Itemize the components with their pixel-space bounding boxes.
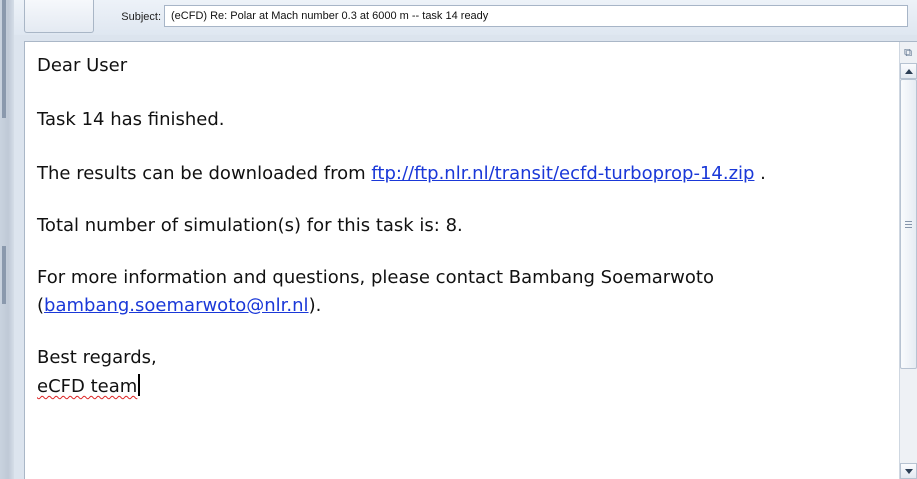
email-close-paren: ). — [308, 295, 322, 316]
selection-bar — [2, 0, 6, 118]
contact-email-line: (bambang.soemarwoto@nlr.nl). — [37, 294, 897, 318]
contact-line: For more information and questions, plea… — [37, 267, 714, 288]
expand-reading-pane-icon[interactable]: ⧉ — [902, 46, 914, 60]
signature-line: eCFD team — [37, 374, 897, 399]
grip-line — [905, 221, 912, 222]
email-link[interactable]: bambang.soemarwoto@nlr.nl — [44, 295, 309, 316]
email-open-paren: ( — [37, 295, 45, 316]
message-body[interactable]: Dear User Task 14 has finished. The resu… — [37, 54, 897, 399]
arrow-up-icon — [905, 69, 913, 74]
download-link[interactable]: ftp://ftp.nlr.nl/transit/ecfd-turboprop-… — [371, 163, 754, 184]
grip-line — [905, 224, 912, 225]
scroll-thumb[interactable] — [900, 79, 917, 369]
text-cursor — [138, 374, 141, 396]
grip-line — [905, 227, 912, 228]
download-text: The results can be downloaded from — [37, 163, 372, 184]
header-button[interactable] — [24, 0, 94, 33]
arrow-down-icon — [905, 469, 913, 474]
status-line: Task 14 has finished. — [37, 109, 225, 130]
selection-bar — [2, 246, 6, 304]
scroll-down-button[interactable] — [900, 463, 917, 479]
folder-pane-edge — [0, 0, 14, 479]
subject-label: Subject: — [121, 11, 161, 23]
download-suffix: . — [754, 163, 766, 184]
signature: eCFD team — [37, 376, 138, 397]
simulation-count-line: Total number of simulation(s) for this t… — [37, 215, 463, 236]
download-line: The results can be downloaded from ftp:/… — [37, 162, 897, 186]
greeting: Dear User — [37, 55, 128, 76]
message-header: Subject: (eCFD) Re: Polar at Mach number… — [14, 0, 917, 35]
subject-field[interactable]: (eCFD) Re: Polar at Mach number 0.3 at 6… — [164, 5, 908, 27]
scroll-up-button[interactable] — [900, 63, 917, 79]
closing: Best regards, — [37, 347, 157, 368]
